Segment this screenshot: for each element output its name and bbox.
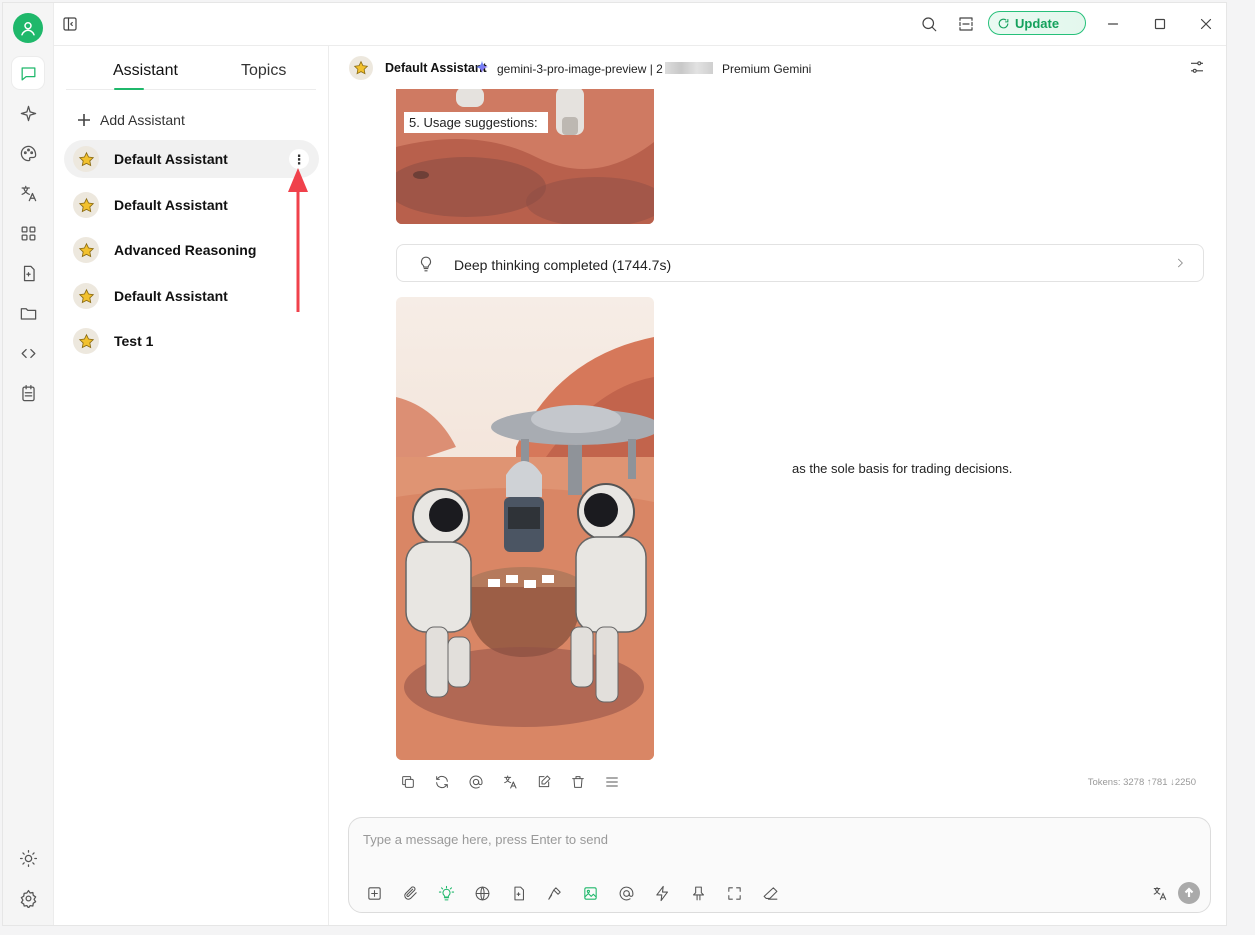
token-count: Tokens: 3278 ↑781 ↓2250 [1087, 777, 1196, 788]
edit-icon[interactable] [535, 773, 553, 791]
code-icon[interactable] [12, 337, 44, 369]
generated-image[interactable] [396, 297, 654, 760]
refresh-icon [998, 18, 1009, 28]
star-icon [73, 146, 99, 172]
settings-gear-icon[interactable] [12, 882, 44, 914]
message-actions [399, 773, 621, 791]
star-icon [73, 328, 99, 354]
thinking-toggle-icon[interactable] [435, 882, 457, 904]
app-window: Update Assistant Topics Add Assistant De… [2, 2, 1227, 926]
annotation-arrow [288, 168, 308, 312]
mention-model-icon[interactable] [615, 882, 637, 904]
clear-context-icon[interactable] [687, 882, 709, 904]
star-icon [73, 192, 99, 218]
assistant-name: Default Assistant [114, 197, 228, 213]
gemini-icon [475, 60, 489, 74]
message-input[interactable] [363, 832, 1163, 847]
tab-assistant[interactable]: Assistant [113, 62, 178, 80]
add-assistant-button[interactable]: Add Assistant [78, 108, 185, 132]
mention-icon[interactable] [467, 773, 485, 791]
thinking-status: Deep thinking completed (1744.7s) [454, 257, 672, 273]
thinking-panel[interactable]: Deep thinking completed (1744.7s) [396, 244, 1204, 282]
chevron-right-icon [1173, 256, 1187, 270]
attachment-icon[interactable] [399, 882, 421, 904]
assistant-item[interactable]: Default Assistant [64, 277, 319, 315]
assistant-item[interactable]: Advanced Reasoning [64, 231, 319, 269]
assistant-name: Default Assistant [114, 151, 228, 167]
fullscreen-icon[interactable] [723, 882, 745, 904]
model-selector[interactable]: gemini-3-pro-image-preview | 2 [497, 62, 663, 76]
assistant-name: Default Assistant [114, 288, 228, 304]
folder-icon[interactable] [12, 297, 44, 329]
delete-icon[interactable] [569, 773, 587, 791]
apps-grid-icon[interactable] [12, 217, 44, 249]
lightbulb-icon [417, 254, 435, 274]
tab-topics[interactable]: Topics [241, 62, 286, 80]
title-bar: Update [54, 3, 1226, 45]
nav-rail [3, 3, 54, 925]
assistant-item[interactable]: Default Assistant [64, 186, 319, 224]
palette-icon[interactable] [12, 137, 44, 169]
assistant-name: Test 1 [114, 333, 154, 349]
provider-label: Premium Gemini [722, 62, 812, 76]
minimize-icon[interactable] [1100, 11, 1126, 37]
translate-icon[interactable] [12, 177, 44, 209]
image-caption: 5. Usage suggestions: [404, 112, 548, 133]
update-label: Update [1015, 15, 1060, 31]
arrow-up-icon [1184, 887, 1194, 897]
translate-input-icon[interactable] [1148, 882, 1170, 904]
image-generation-icon[interactable] [579, 882, 601, 904]
assistant-title[interactable]: Default Assistant [385, 61, 487, 75]
mars-scene-image [396, 89, 654, 224]
assistant-name: Advanced Reasoning [114, 242, 257, 258]
close-icon[interactable] [1193, 11, 1219, 37]
star-icon [349, 56, 373, 80]
regenerate-icon[interactable] [433, 773, 451, 791]
sidebar-tabs: Assistant Topics [66, 56, 316, 90]
assistant-item[interactable]: Default Assistant ⋮ [64, 140, 319, 178]
eraser-icon[interactable] [759, 882, 781, 904]
send-button[interactable] [1178, 882, 1200, 904]
tools-hammer-icon[interactable] [543, 882, 565, 904]
document-icon[interactable] [12, 257, 44, 289]
sidebar-toggle-icon[interactable] [57, 11, 83, 37]
web-search-icon[interactable] [471, 882, 493, 904]
assistant-sidebar: Assistant Topics Add Assistant Default A… [54, 45, 329, 925]
chat-header: Default Assistant gemini-3-pro-image-pre… [329, 46, 1226, 88]
active-tab-indicator [114, 88, 144, 90]
composer-toolbar [363, 882, 781, 904]
search-icon[interactable] [916, 11, 942, 37]
new-topic-icon[interactable] [363, 882, 385, 904]
astronauts-poker-image [396, 297, 654, 760]
maximize-icon[interactable] [1147, 11, 1173, 37]
message-composer [348, 817, 1211, 913]
mini-window-icon[interactable] [953, 11, 979, 37]
chat-settings-icon[interactable] [1188, 58, 1208, 78]
assistant-item[interactable]: Test 1 [64, 322, 319, 360]
update-button[interactable]: Update [988, 11, 1086, 35]
add-assistant-label: Add Assistant [100, 112, 185, 128]
sparkle-icon[interactable] [12, 97, 44, 129]
redacted-text [665, 62, 713, 74]
star-icon [73, 237, 99, 263]
plus-icon [78, 114, 90, 126]
copy-icon[interactable] [399, 773, 417, 791]
theme-sun-icon[interactable] [12, 842, 44, 874]
user-avatar[interactable] [13, 13, 43, 43]
chat-panel: Default Assistant gemini-3-pro-image-pre… [329, 45, 1226, 925]
message-list: 5. Usage suggestions: Deep thinking comp… [329, 89, 1226, 804]
notes-icon[interactable] [12, 377, 44, 409]
translate-icon[interactable] [501, 773, 519, 791]
knowledge-base-icon[interactable] [507, 882, 529, 904]
chat-icon[interactable] [12, 57, 44, 89]
star-icon [73, 283, 99, 309]
menu-icon[interactable] [603, 773, 621, 791]
message-text: as the sole basis for trading decisions. [792, 461, 1013, 476]
quick-phrase-icon[interactable] [651, 882, 673, 904]
generated-image[interactable]: 5. Usage suggestions: [396, 89, 654, 224]
